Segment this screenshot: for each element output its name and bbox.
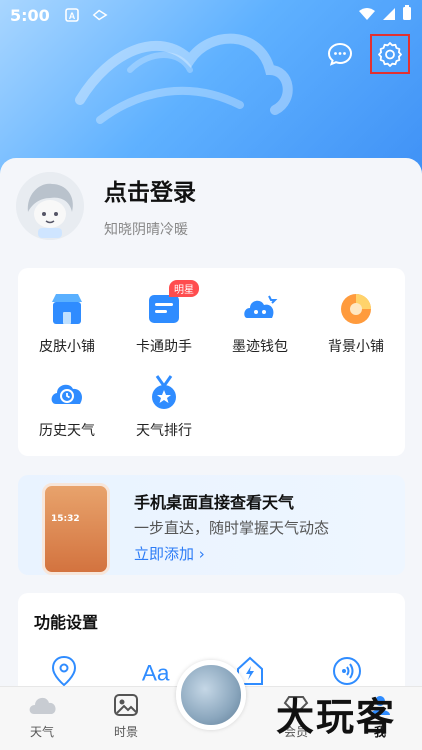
grid-item-label: 历史天气: [39, 423, 95, 439]
grid-item-label: 墨迹钱包: [232, 339, 288, 355]
message-button[interactable]: [320, 34, 360, 74]
badge-star: 明星: [169, 280, 199, 297]
profile-section[interactable]: 点击登录 知晓阴晴冷暖: [16, 172, 196, 240]
gear-icon: [378, 42, 402, 67]
tab-label: 天气: [29, 725, 54, 739]
phone-preview-time: 15:32: [51, 514, 80, 524]
default-avatar-icon: [16, 172, 84, 240]
grid-item-history-weather[interactable]: 历史天气: [22, 374, 112, 440]
center-scenery-button[interactable]: [176, 660, 246, 730]
tab-scenery[interactable]: 时景: [96, 693, 156, 740]
widget-promo-banner[interactable]: 15:32 手机桌面直接查看天气 一步直达，随时掌握天气动态 立即添加 ›: [18, 475, 405, 575]
watermark-text: 大玩客: [276, 695, 397, 739]
wallet-icon: [244, 295, 278, 318]
status-time: 5:00: [10, 5, 50, 25]
login-title[interactable]: 点击登录: [104, 173, 196, 207]
tab-label: 时景: [113, 725, 138, 739]
avatar[interactable]: [16, 172, 84, 240]
weather-ranking-icon: [152, 375, 176, 409]
chat-bubble-icon: [327, 42, 353, 66]
promo-subtitle: 一步直达，随时掌握天气动态: [134, 519, 330, 537]
grid-item-cartoon-assistant[interactable]: 明星 卡通助手: [119, 280, 209, 356]
grid-item-label: 皮肤小铺: [39, 339, 95, 355]
promo-title: 手机桌面直接查看天气: [134, 493, 295, 512]
signal-icon: [382, 6, 396, 25]
background-shop-icon: [341, 294, 371, 324]
picture-icon: [114, 694, 138, 716]
a-notification-icon: A: [64, 7, 80, 23]
phone-preview-image: 15:32: [42, 483, 110, 575]
location-pin-icon: [51, 655, 77, 687]
grid-item-label: 天气排行: [136, 423, 192, 439]
settings-button[interactable]: [370, 34, 410, 74]
font-size-icon: Aa: [142, 660, 170, 685]
svg-text:Aa: Aa: [142, 660, 170, 685]
battery-icon: [402, 5, 412, 25]
location-setting-button[interactable]: [48, 655, 80, 687]
grid-item-label: 卡通助手: [136, 339, 192, 355]
function-settings-title: 功能设置: [34, 613, 99, 632]
grid-item-background-shop[interactable]: 背景小铺: [311, 290, 401, 356]
add-now-link[interactable]: 立即添加 ›: [134, 543, 205, 564]
top-actions: [320, 34, 410, 74]
grid-item-weather-ranking[interactable]: 天气排行: [119, 374, 209, 440]
cloud-swirl-decoration: [75, 33, 293, 124]
wifi-icon: [358, 6, 376, 25]
services-grid: 皮肤小铺 明星 卡通助手 墨迹钱包 背景小铺 历史天气 天气排行: [18, 268, 405, 456]
history-weather-icon: [51, 384, 83, 404]
voice-broadcast-setting-button[interactable]: [331, 655, 363, 687]
font-size-setting-button[interactable]: Aa: [140, 655, 172, 687]
login-subtitle: 知晓阴晴冷暖: [104, 222, 188, 238]
grid-item-wallet[interactable]: 墨迹钱包: [215, 290, 305, 356]
svg-text:A: A: [69, 11, 76, 21]
tab-weather[interactable]: 天气: [12, 693, 72, 740]
status-bar: 5:00 A: [0, 0, 422, 30]
grid-item-label: 背景小铺: [328, 339, 384, 355]
sound-wave-icon: [333, 657, 361, 685]
shop-icon: [52, 294, 82, 324]
app-notification-icon: [92, 7, 108, 23]
cloud-icon: [29, 697, 56, 714]
grid-item-skin-shop[interactable]: 皮肤小铺: [22, 290, 112, 356]
